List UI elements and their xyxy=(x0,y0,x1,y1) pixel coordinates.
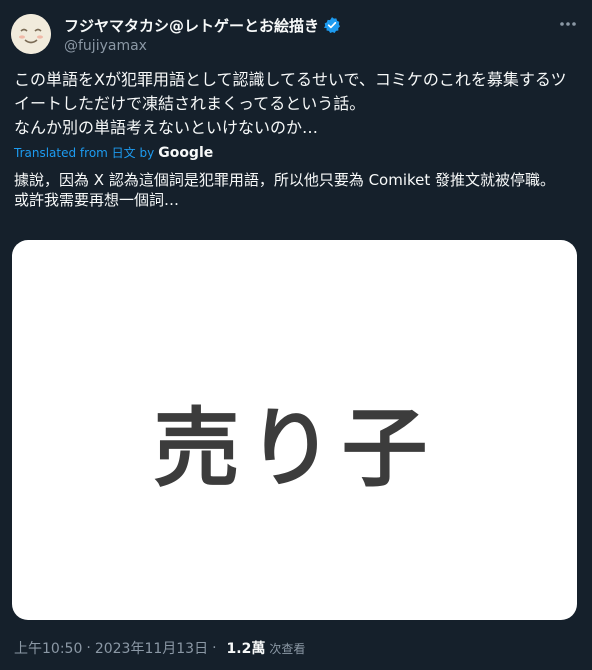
tweet-media-image[interactable]: 売り子 xyxy=(12,240,577,620)
more-options-icon[interactable] xyxy=(558,14,578,34)
tweet-footer: 上午10:50 · 2023年11月13日 · 1.2萬 次查看 xyxy=(14,638,305,658)
translated-by-link[interactable]: Translated from 日文 by Google xyxy=(14,144,213,161)
tweet-container: フジヤマタカシ@レトゲーとお絵描き @fujiyamax この単語をXが犯罪用語… xyxy=(0,0,592,670)
views-label: 次查看 xyxy=(269,641,306,656)
google-logo: Google xyxy=(158,144,214,161)
verified-badge-icon[interactable] xyxy=(323,16,341,34)
user-handle[interactable]: @fujiyamax xyxy=(64,38,552,54)
media-image-text: 売り子 xyxy=(153,399,436,499)
views-count[interactable]: 1.2萬 xyxy=(227,638,266,658)
smiley-face-icon xyxy=(11,14,51,54)
tweet-date[interactable]: 2023年11月13日 xyxy=(95,638,208,658)
separator: · xyxy=(86,640,91,656)
display-name[interactable]: フジヤマタカシ@レトゲーとお絵描き xyxy=(64,15,319,36)
translation-text: 據說，因為 X 認為這個詞是犯罪用語，所以他只要為 Comiket 發推文就被停… xyxy=(14,171,556,209)
tweet-header: フジヤマタカシ@レトゲーとお絵描き @fujiyamax xyxy=(64,14,552,54)
avatar[interactable] xyxy=(11,14,51,54)
name-row: フジヤマタカシ@レトゲーとお絵描き xyxy=(64,14,552,36)
translated-from-label: Translated from 日文 by xyxy=(14,146,155,160)
tweet-time[interactable]: 上午10:50 xyxy=(14,638,82,658)
tweet-text: この単語をXが犯罪用語として認識してるせいで、コミケのこれを募集するツイートした… xyxy=(14,70,567,137)
separator: · xyxy=(212,640,217,656)
